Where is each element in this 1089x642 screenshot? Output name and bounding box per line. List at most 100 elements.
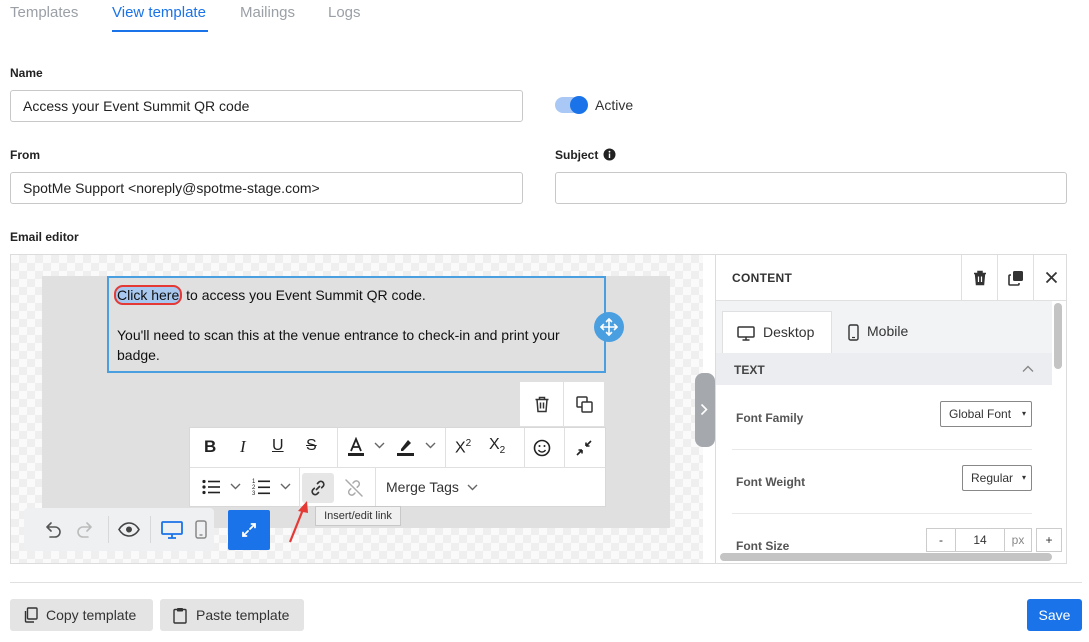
copy-template-label: Copy template (46, 607, 137, 623)
move-handle-icon[interactable] (594, 312, 624, 342)
selected-link-text[interactable]: Click here (114, 285, 183, 305)
text-section-title: TEXT (734, 363, 765, 377)
link-icon (309, 479, 327, 497)
font-size-unit: px (1004, 528, 1032, 552)
mobile-view-icon[interactable] (195, 520, 207, 539)
underline-icon[interactable]: U (272, 437, 284, 455)
delete-block-icon[interactable] (534, 396, 550, 413)
content-sidebar: CONTENT Desktop Mobile TEXT Font Family … (715, 255, 1066, 563)
tab-mailings[interactable]: Mailings (240, 4, 295, 21)
subject-label: Subject (555, 148, 599, 162)
text-line-1-rest: to access you Event Summit QR code. (182, 287, 426, 303)
bold-icon[interactable]: B (204, 437, 216, 457)
unlink-icon[interactable] (344, 478, 364, 498)
from-input[interactable] (10, 172, 523, 204)
copy-template-button[interactable]: Copy template (10, 599, 153, 631)
tab-logs[interactable]: Logs (328, 4, 361, 21)
tab-view-template[interactable]: View template (112, 4, 206, 21)
sidebar-horizontal-scrollbar[interactable] (720, 553, 1052, 561)
subscript-icon[interactable]: X2 (489, 436, 505, 456)
delete-content-button[interactable] (961, 255, 997, 301)
block-actions (519, 381, 605, 427)
font-color-icon[interactable] (347, 437, 365, 457)
merge-tags-label: Merge Tags (386, 479, 459, 495)
name-input[interactable] (10, 90, 523, 122)
subject-input[interactable] (555, 172, 1067, 204)
divider (445, 428, 446, 467)
fullscreen-button[interactable] (228, 510, 270, 550)
font-size-decrement[interactable]: - (926, 528, 956, 552)
selected-text-block[interactable]: Click here to access you Event Summit QR… (107, 276, 606, 373)
font-size-label: Font Size (736, 539, 790, 553)
duplicate-content-button[interactable] (997, 255, 1033, 301)
tab-mobile[interactable]: Mobile (838, 311, 928, 353)
save-button[interactable]: Save (1027, 599, 1082, 631)
redo-icon[interactable] (76, 522, 94, 538)
divider (564, 428, 565, 467)
divider (732, 449, 1032, 450)
caret-down-icon: ▾ (1021, 409, 1026, 418)
numbered-list-icon[interactable]: 123 (252, 478, 270, 496)
svg-text:3: 3 (252, 491, 256, 496)
font-family-label: Font Family (736, 411, 804, 425)
font-weight-label: Font Weight (736, 475, 806, 489)
tab-desktop-label: Desktop (763, 324, 815, 340)
divider (150, 516, 151, 543)
font-size-increment[interactable]: + (1036, 528, 1062, 552)
expand-icon (241, 522, 257, 538)
divider (108, 516, 109, 543)
divider (524, 428, 525, 467)
paste-template-label: Paste template (196, 607, 290, 623)
name-label: Name (10, 66, 43, 80)
editor-canvas[interactable]: Click here to access you Event Summit QR… (11, 255, 715, 563)
divider (337, 428, 338, 467)
undo-icon[interactable] (44, 522, 62, 538)
chevron-down-icon[interactable] (425, 442, 436, 449)
font-family-select[interactable]: Global Font ▾ (940, 401, 1032, 427)
active-toggle[interactable] (555, 96, 588, 114)
editor-bottom-toolbar (24, 508, 214, 551)
superscript-icon[interactable]: X2 (455, 438, 471, 457)
sidebar-vertical-scrollbar[interactable] (1054, 303, 1062, 369)
insert-link-tooltip: Insert/edit link (315, 506, 401, 526)
chevron-down-icon[interactable] (230, 483, 241, 490)
close-sidebar-button[interactable] (1033, 255, 1066, 301)
strikethrough-icon[interactable]: S (306, 437, 317, 455)
font-weight-select[interactable]: Regular ▾ (962, 465, 1032, 491)
chevron-right-icon (700, 403, 708, 416)
sidebar-title: CONTENT (732, 271, 793, 285)
paste-template-button[interactable]: Paste template (160, 599, 304, 631)
font-family-value: Global Font (949, 407, 1012, 421)
sidebar-header: CONTENT (716, 255, 1066, 301)
merge-tags-dropdown[interactable]: Merge Tags (386, 479, 459, 495)
collapse-icon[interactable] (575, 439, 593, 457)
text-line-3: badge. (117, 347, 160, 363)
clipboard-icon (173, 607, 187, 624)
tab-templates[interactable]: Templates (10, 4, 78, 21)
tab-desktop[interactable]: Desktop (722, 311, 832, 353)
emoji-icon[interactable] (533, 439, 551, 457)
highlight-color-icon[interactable] (396, 437, 416, 457)
email-editor-label: Email editor (10, 230, 79, 244)
chevron-down-icon[interactable] (467, 484, 478, 491)
divider (375, 468, 376, 507)
preview-eye-icon[interactable] (118, 522, 140, 537)
font-weight-value: Regular (971, 471, 1014, 485)
info-icon[interactable] (603, 148, 616, 161)
italic-icon[interactable]: I (240, 437, 246, 457)
text-section-header[interactable]: TEXT (716, 353, 1052, 385)
text-line-2: You'll need to scan this at the venue en… (117, 327, 560, 343)
copy-icon (1008, 270, 1024, 286)
tab-mobile-label: Mobile (867, 323, 909, 339)
bullet-list-icon[interactable] (202, 479, 220, 495)
chevron-down-icon[interactable] (280, 483, 291, 490)
desktop-view-icon[interactable] (161, 521, 183, 539)
mobile-icon (848, 324, 859, 341)
duplicate-block-icon[interactable] (576, 396, 593, 413)
sidebar-collapse-handle[interactable] (695, 373, 715, 447)
font-size-input[interactable]: 14 (955, 528, 1005, 552)
trash-icon (973, 270, 987, 286)
from-label: From (10, 148, 40, 162)
chevron-down-icon[interactable] (374, 442, 385, 449)
divider (732, 513, 1032, 514)
